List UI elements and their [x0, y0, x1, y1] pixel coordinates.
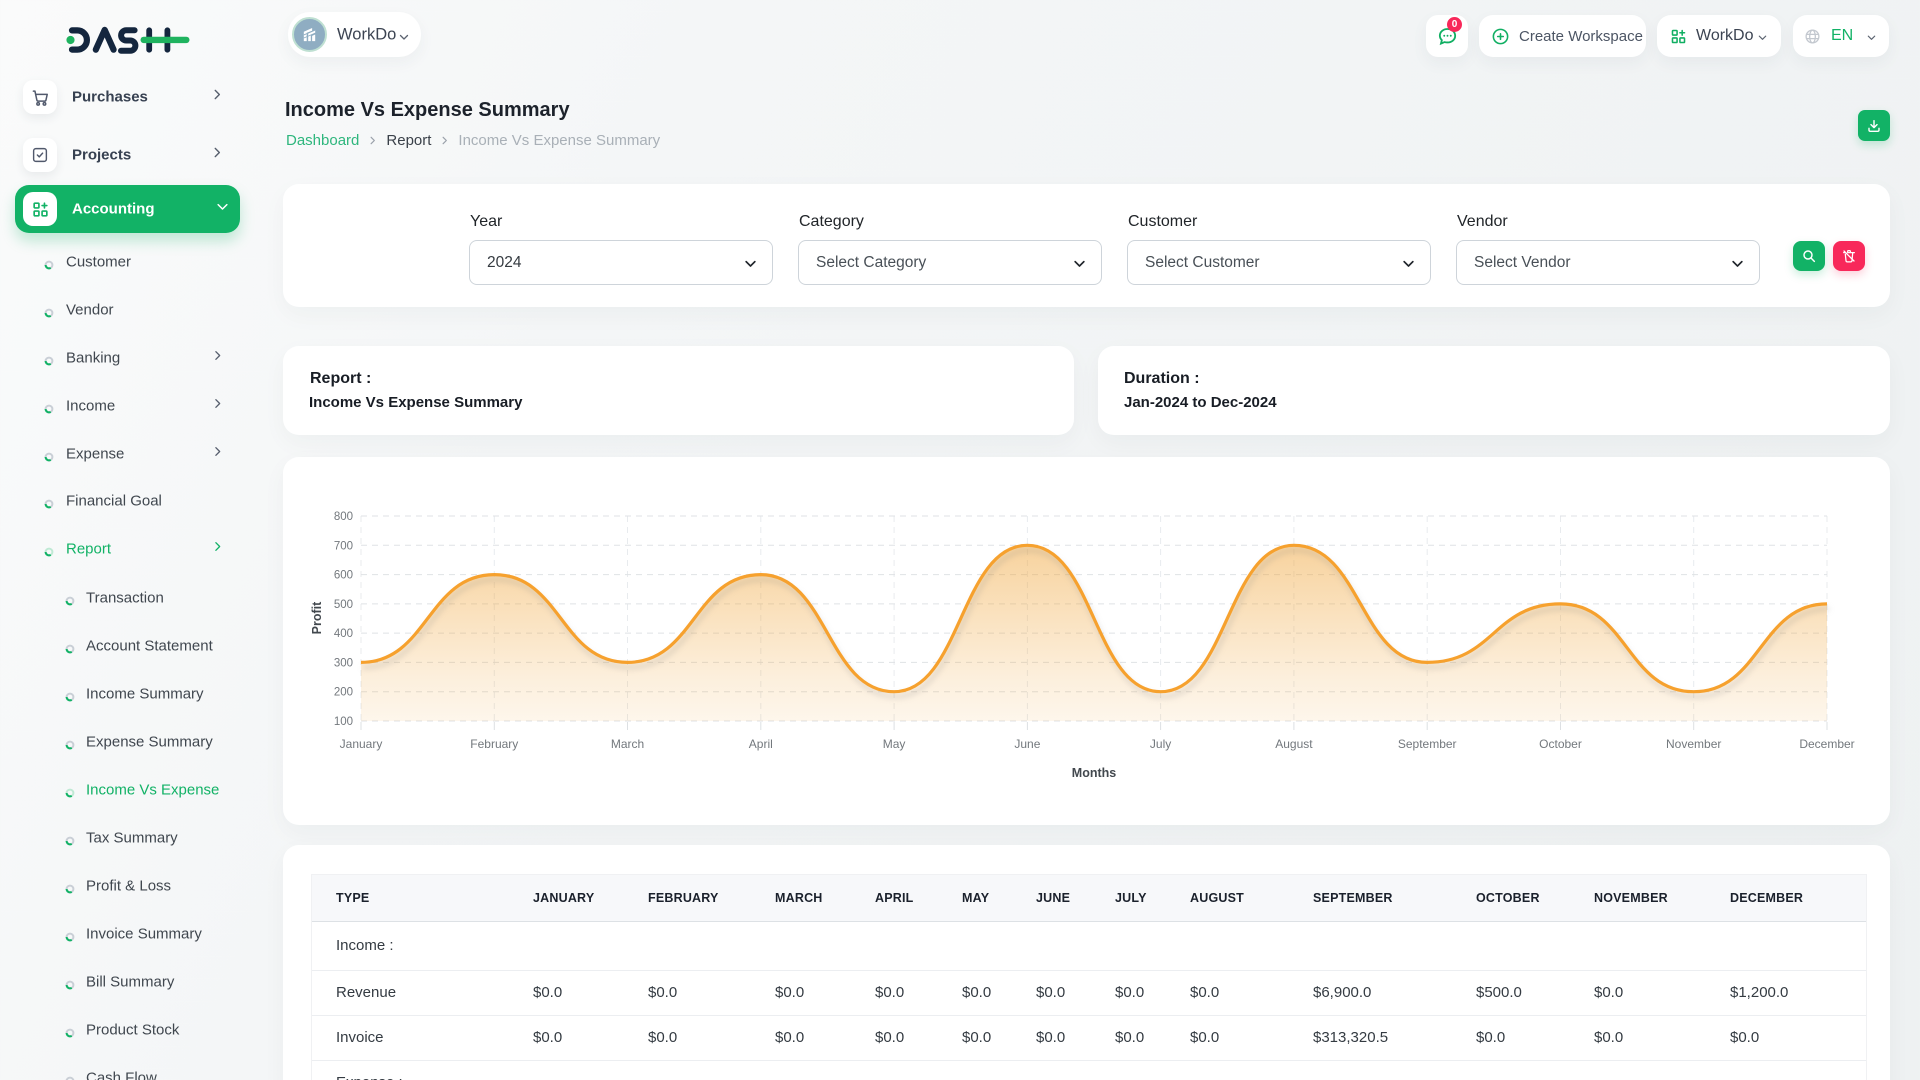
svg-text:October: October	[1539, 737, 1582, 751]
svg-text:July: July	[1150, 737, 1171, 751]
svg-text:Months: Months	[1072, 766, 1116, 780]
svg-text:100: 100	[334, 716, 353, 728]
svg-text:Profit: Profit	[310, 601, 324, 634]
svg-text:700: 700	[334, 540, 353, 552]
svg-text:800: 800	[334, 511, 353, 523]
svg-text:May: May	[883, 737, 906, 751]
svg-text:600: 600	[334, 570, 353, 582]
svg-text:February: February	[470, 737, 518, 751]
svg-text:March: March	[611, 737, 644, 751]
svg-text:300: 300	[334, 657, 353, 669]
svg-text:400: 400	[334, 628, 353, 640]
svg-text:June: June	[1014, 737, 1040, 751]
svg-text:August: August	[1275, 737, 1313, 751]
svg-text:500: 500	[334, 599, 353, 611]
svg-text:September: September	[1398, 737, 1457, 751]
svg-text:January: January	[340, 737, 383, 751]
svg-text:April: April	[749, 737, 773, 751]
svg-text:200: 200	[334, 687, 353, 699]
svg-text:December: December	[1799, 737, 1854, 751]
svg-text:November: November	[1666, 737, 1721, 751]
